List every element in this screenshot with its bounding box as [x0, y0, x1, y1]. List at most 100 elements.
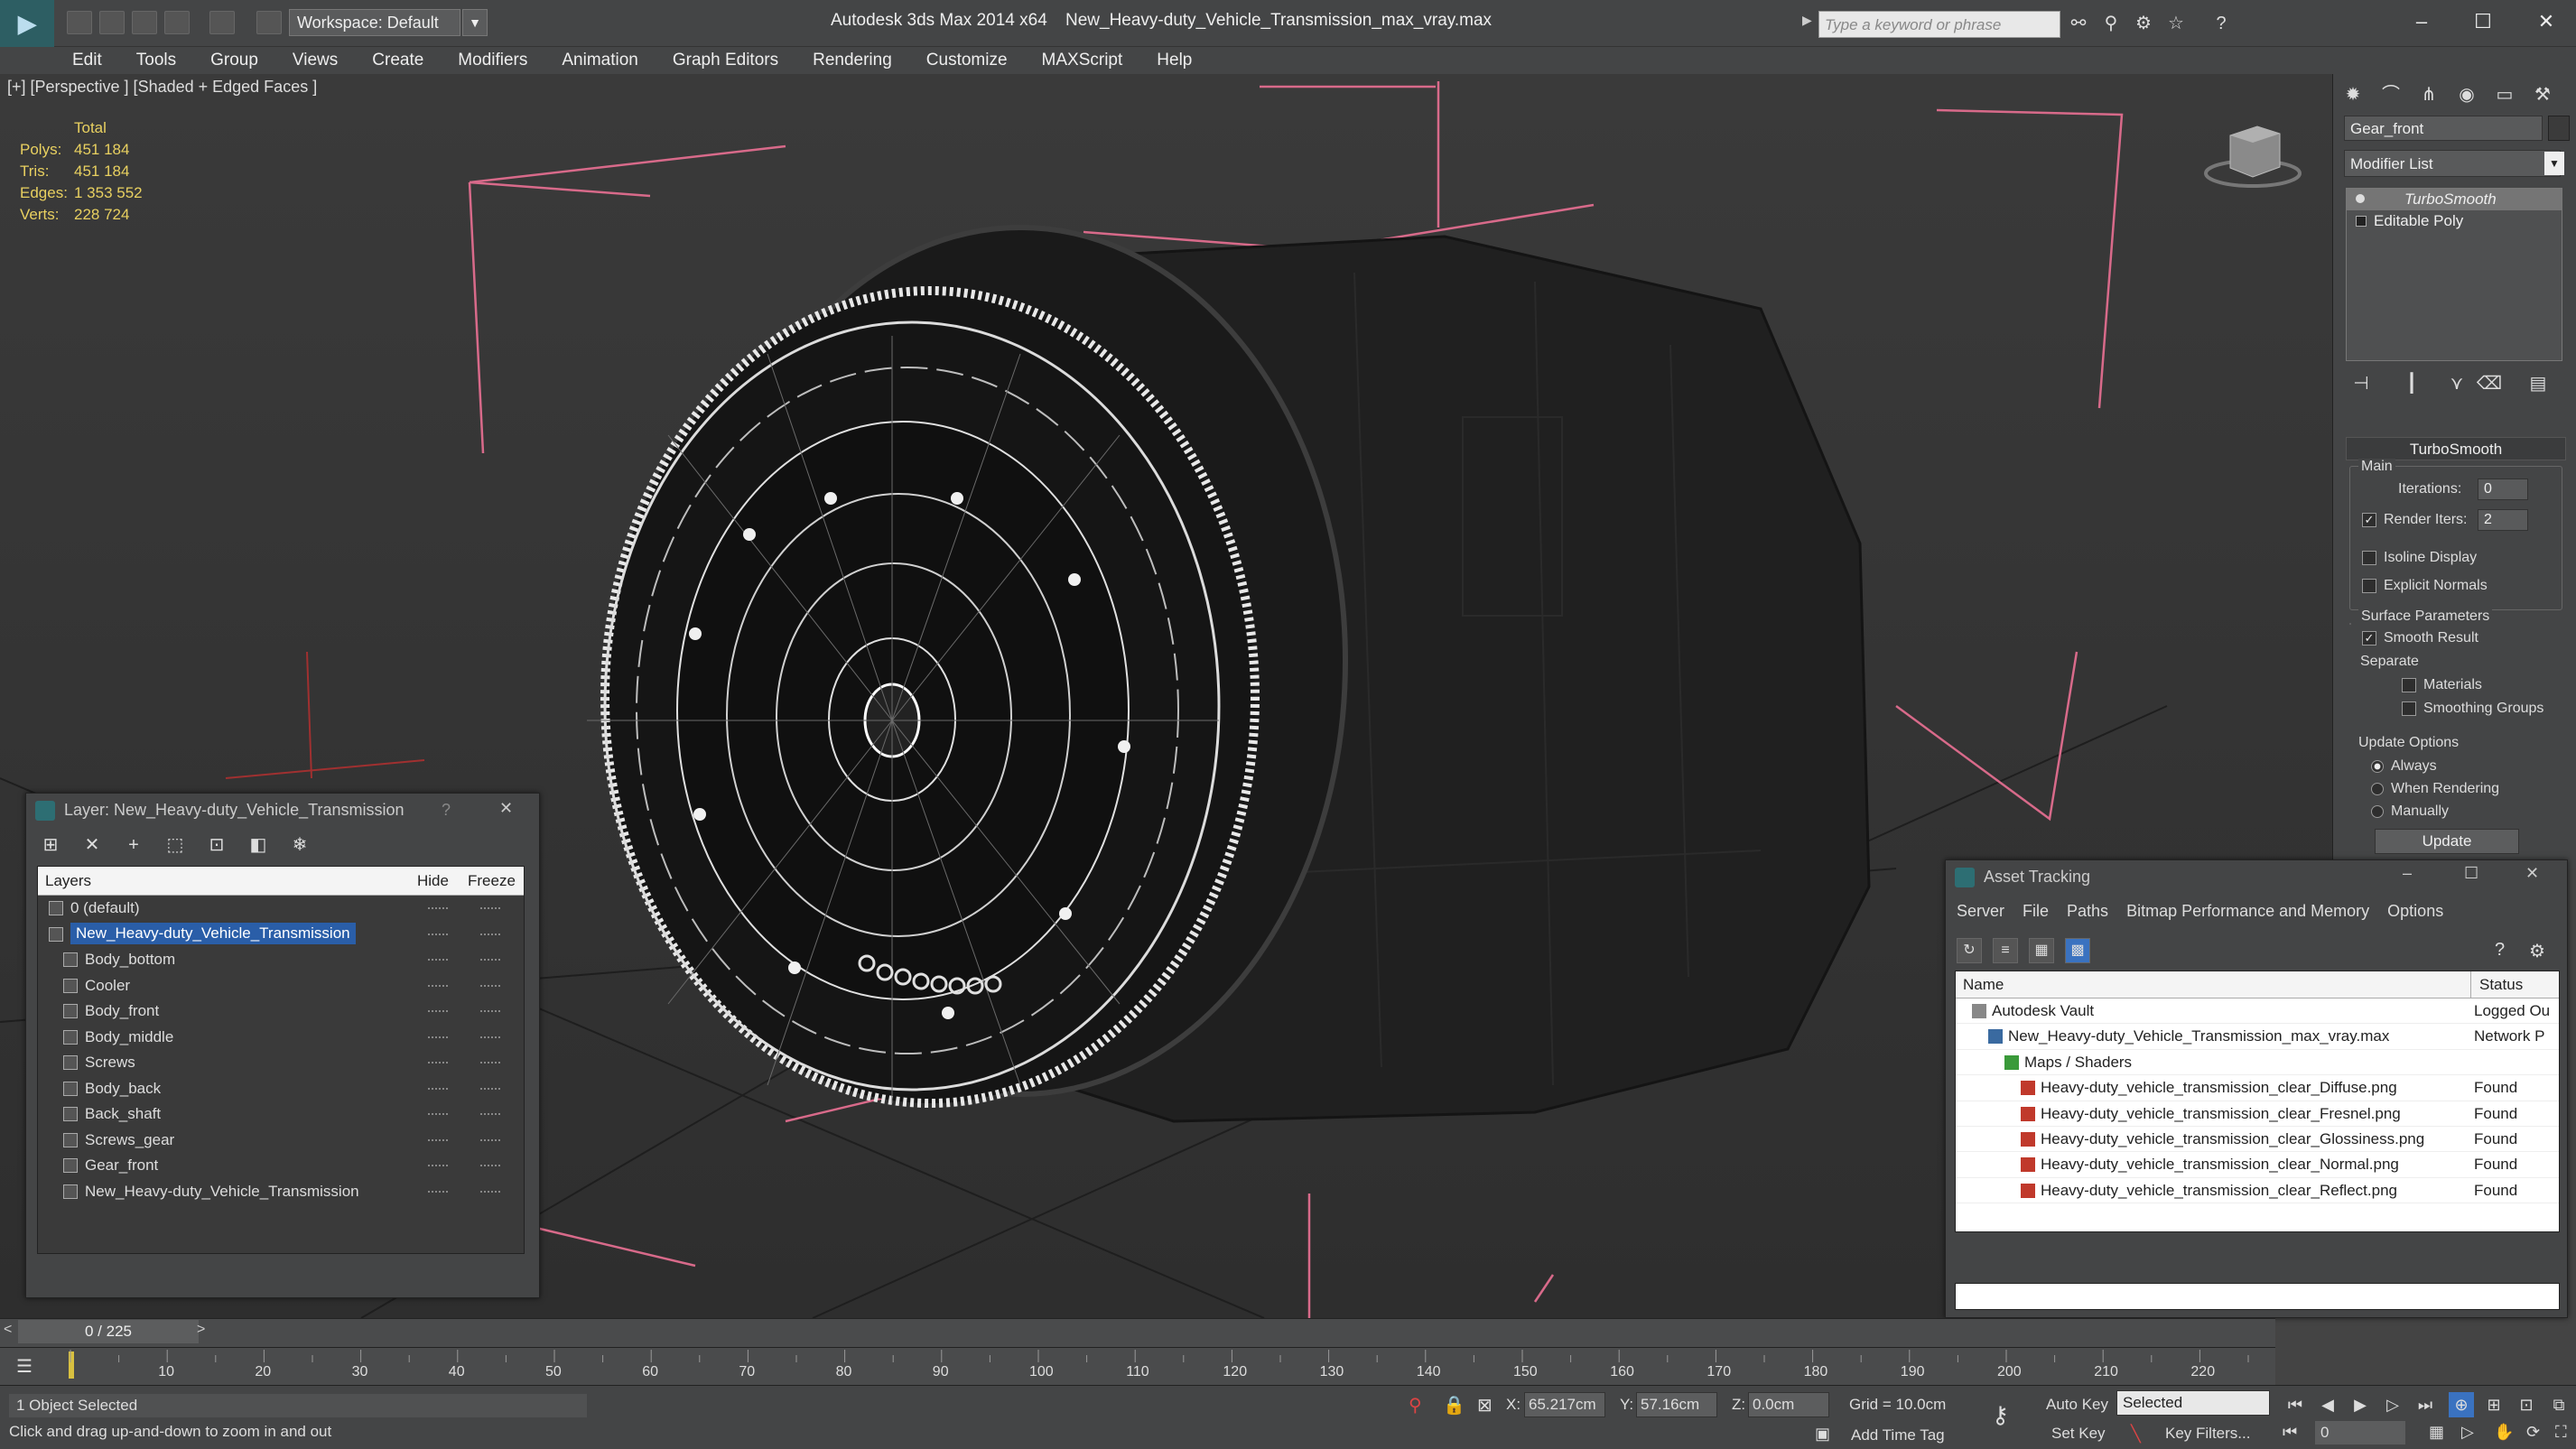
- minimize-button[interactable]: –: [2403, 864, 2412, 883]
- asset-row[interactable]: Heavy-duty_vehicle_transmission_clear_Di…: [1956, 1075, 2559, 1101]
- time-prev-arrow[interactable]: <: [4, 1322, 12, 1338]
- stack-item-turbosmooth[interactable]: TurboSmooth: [2347, 189, 2562, 210]
- always-radio[interactable]: [2371, 760, 2384, 773]
- manually-radio[interactable]: [2371, 805, 2384, 818]
- modifier-list-dropdown[interactable]: Modifier List: [2344, 150, 2561, 177]
- layer-row[interactable]: Body_back: [38, 1076, 524, 1102]
- materials-checkbox[interactable]: [2402, 678, 2416, 692]
- explicit-normals-checkbox[interactable]: [2362, 579, 2376, 593]
- time-tag-icon[interactable]: ▣: [1815, 1425, 1830, 1444]
- render-iters-checkbox[interactable]: ✓: [2362, 513, 2376, 527]
- object-name-field[interactable]: Gear_front: [2344, 116, 2543, 141]
- key-icon[interactable]: ⚷: [1992, 1401, 2009, 1429]
- freeze-toggle[interactable]: [480, 1062, 500, 1064]
- zoom-all-icon[interactable]: ⊞: [2481, 1392, 2506, 1417]
- menu-item-create[interactable]: Create: [372, 47, 423, 74]
- close-icon[interactable]: ✕: [499, 799, 513, 818]
- freeze-toggle[interactable]: [480, 959, 500, 961]
- add-to-layer-icon[interactable]: +: [122, 833, 145, 857]
- save-file-icon[interactable]: [132, 11, 157, 34]
- asset-row[interactable]: Heavy-duty_vehicle_transmission_clear_Fr…: [1956, 1101, 2559, 1127]
- layer-row[interactable]: Back_shaft: [38, 1101, 524, 1128]
- absolute-mode-icon[interactable]: ⊠: [1477, 1394, 1493, 1416]
- layer-name[interactable]: Screws: [85, 1054, 135, 1072]
- pin-stack-icon[interactable]: ⊣: [2348, 370, 2375, 397]
- hierarchy-tab-icon[interactable]: ⋔: [2411, 79, 2447, 110]
- layer-row[interactable]: Body_middle: [38, 1025, 524, 1051]
- hide-column-header[interactable]: Hide: [417, 872, 449, 890]
- viewport-label[interactable]: [+] [Perspective ] [Shaded + Edged Faces…: [7, 78, 317, 97]
- previous-frame-icon[interactable]: ◀: [2315, 1392, 2340, 1417]
- asset-menu-file[interactable]: File: [2023, 902, 2049, 921]
- hide-toggle[interactable]: [428, 1113, 448, 1116]
- hide-toggle[interactable]: [428, 907, 448, 910]
- layer-name[interactable]: Gear_front: [85, 1156, 158, 1175]
- table-view-icon[interactable]: ▦: [2029, 938, 2054, 963]
- freeze-toggle[interactable]: [480, 1010, 500, 1013]
- menu-item-animation[interactable]: Animation: [562, 47, 638, 74]
- freeze-toggle[interactable]: [480, 1190, 500, 1194]
- isoline-display-checkbox[interactable]: [2362, 551, 2376, 565]
- help-icon[interactable]: ?: [2495, 940, 2505, 961]
- go-to-end-icon[interactable]: ⏭: [2413, 1392, 2438, 1417]
- isolate-icon[interactable]: ⚲: [1409, 1394, 1422, 1416]
- stack-item-editable-poly[interactable]: Editable Poly: [2347, 210, 2562, 232]
- zoom-extents-icon[interactable]: ⊡: [2514, 1392, 2539, 1417]
- layer-name[interactable]: Body_middle: [85, 1028, 173, 1046]
- status-column-header[interactable]: Status: [2479, 976, 2523, 994]
- subscription-icon[interactable]: ⚲: [2100, 13, 2122, 34]
- menu-item-maxscript[interactable]: MAXScript: [1042, 47, 1123, 74]
- hide-toggle[interactable]: [428, 1138, 448, 1142]
- layer-row[interactable]: Body_front: [38, 999, 524, 1025]
- redo-icon[interactable]: [209, 11, 235, 34]
- layer-name[interactable]: Body_bottom: [85, 951, 175, 969]
- layer-row[interactable]: New_Heavy-duty_Vehicle_Transmission: [38, 922, 524, 948]
- when-rendering-radio[interactable]: [2371, 783, 2384, 795]
- zoom-extents-all-icon[interactable]: ⧉: [2546, 1392, 2571, 1417]
- menu-item-group[interactable]: Group: [210, 47, 258, 74]
- layer-dialog-titlebar[interactable]: Layer: New_Heavy-duty_Vehicle_Transmissi…: [26, 794, 539, 826]
- hide-toggle[interactable]: [428, 984, 448, 988]
- key-mode-dropdown[interactable]: Selected: [2116, 1390, 2270, 1416]
- open-file-icon[interactable]: [99, 11, 125, 34]
- set-key-button[interactable]: Set Key: [2051, 1425, 2106, 1443]
- expand-box-icon[interactable]: [2356, 216, 2367, 227]
- asset-row[interactable]: Autodesk Vault Logged Ou: [1956, 999, 2559, 1025]
- undo-icon[interactable]: [164, 11, 190, 34]
- minimize-button[interactable]: –: [2395, 5, 2449, 38]
- hide-toggle[interactable]: [428, 1087, 448, 1091]
- modify-tab-icon[interactable]: ⌒: [2373, 79, 2409, 110]
- track-bar[interactable]: ☰ 10 20 30 40 50 60 70 80 90 100 110 120 130 140 150 16…: [0, 1347, 2275, 1385]
- asset-menu-paths[interactable]: Paths: [2067, 902, 2108, 921]
- create-layer-icon[interactable]: ⊞: [39, 833, 62, 857]
- asset-menu-server[interactable]: Server: [1957, 902, 2004, 921]
- layer-row[interactable]: New_Heavy-duty_Vehicle_Transmission: [38, 1179, 524, 1205]
- layer-name[interactable]: 0 (default): [70, 899, 140, 917]
- freeze-all-icon[interactable]: ❄: [288, 833, 312, 857]
- key-filters-button[interactable]: Key Filters...: [2165, 1425, 2250, 1443]
- asset-menu-options[interactable]: Options: [2387, 902, 2443, 921]
- layer-row[interactable]: Screws: [38, 1050, 524, 1076]
- close-button[interactable]: ✕: [2525, 864, 2539, 883]
- highlight-layer-icon[interactable]: ⊡: [205, 833, 228, 857]
- workspace-dropdown[interactable]: Workspace: Default: [289, 9, 460, 36]
- freeze-toggle[interactable]: [480, 1138, 500, 1142]
- auto-key-button[interactable]: Auto Key: [2046, 1396, 2108, 1414]
- hide-toggle[interactable]: [428, 1036, 448, 1039]
- layer-name[interactable]: New_Heavy-duty_Vehicle_Transmission: [85, 1183, 359, 1201]
- layer-name[interactable]: Body_back: [85, 1080, 161, 1098]
- freeze-column-header[interactable]: Freeze: [468, 872, 516, 890]
- hide-toggle[interactable]: [428, 959, 448, 961]
- menu-item-edit[interactable]: Edit: [72, 47, 102, 74]
- freeze-toggle[interactable]: [480, 1036, 500, 1039]
- communication-icon[interactable]: ⚙: [2133, 13, 2154, 34]
- frame-counter[interactable]: 0 / 225: [18, 1320, 199, 1343]
- display-tab-icon[interactable]: ▭: [2487, 79, 2523, 110]
- layer-row[interactable]: 0 (default): [38, 896, 524, 922]
- key-filters-icon[interactable]: ╲: [2131, 1425, 2141, 1444]
- freeze-toggle[interactable]: [480, 1087, 500, 1091]
- add-time-tag[interactable]: Add Time Tag: [1851, 1426, 1945, 1444]
- maximize-button[interactable]: ☐: [2456, 5, 2510, 38]
- asset-row[interactable]: Heavy-duty_vehicle_transmission_clear_Re…: [1956, 1178, 2559, 1204]
- hide-toggle[interactable]: [428, 1062, 448, 1064]
